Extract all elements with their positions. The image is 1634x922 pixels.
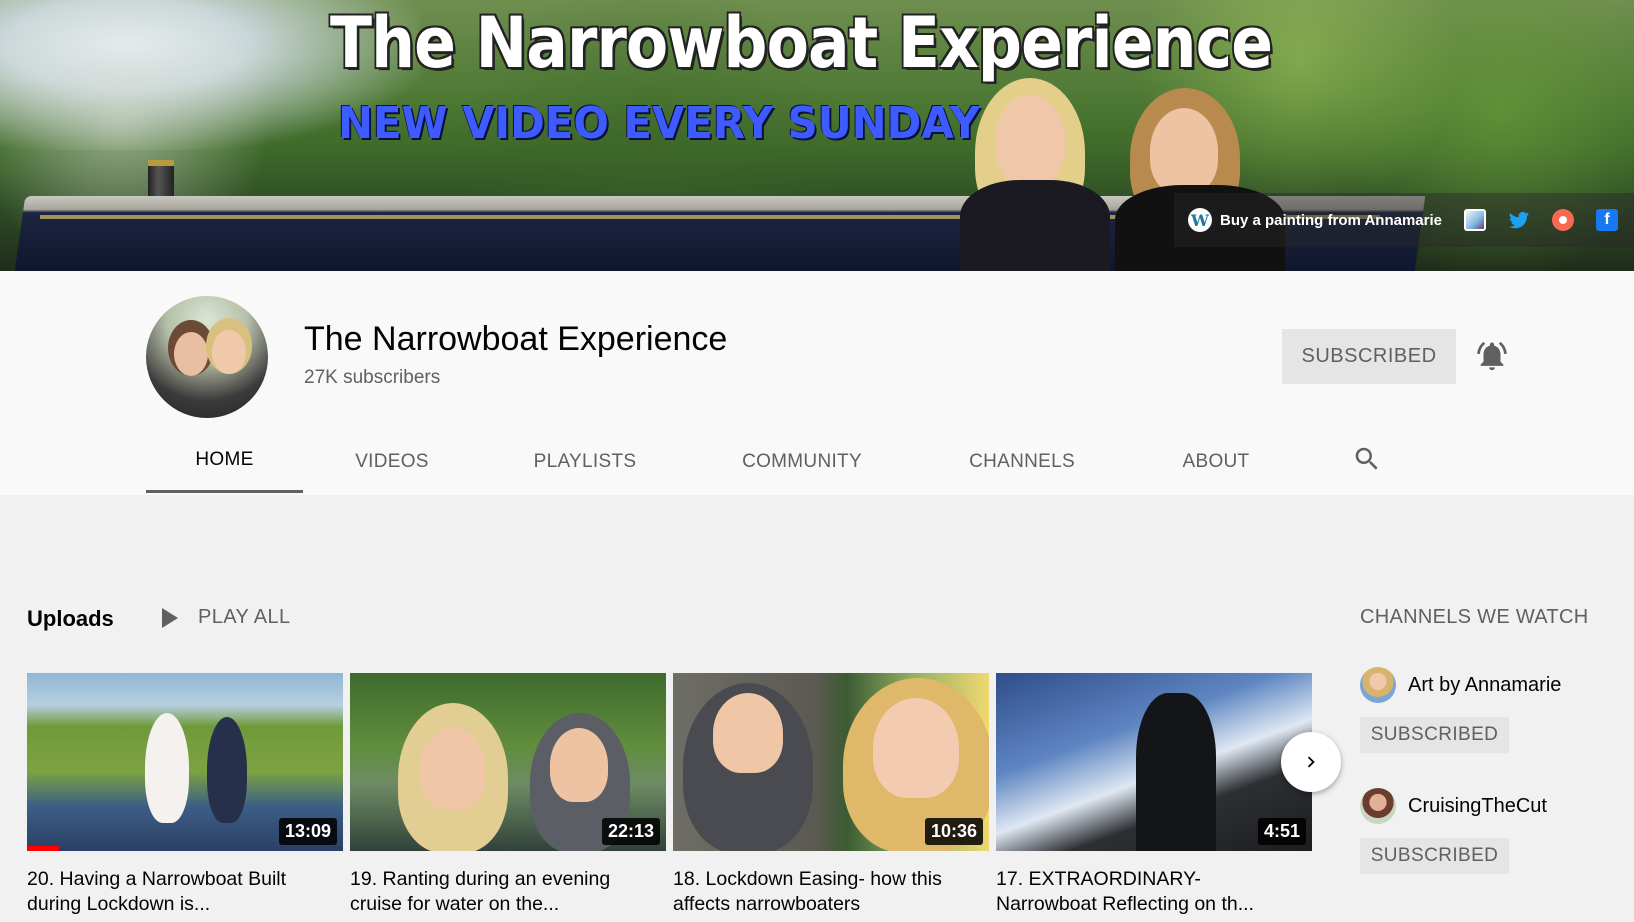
channel-tabs: HOME VIDEOS PLAYLISTS COMMUNITY CHANNELS… (0, 430, 1634, 495)
tab-about[interactable]: ABOUT (1166, 430, 1266, 493)
channel-banner: The Narrowboat Experience NEW VIDEO EVER… (0, 0, 1634, 271)
channel-name: The Narrowboat Experience (304, 320, 728, 358)
play-icon (162, 607, 178, 628)
video-thumbnail[interactable]: 22:13 (350, 673, 666, 851)
facebook-icon[interactable]: f (1595, 209, 1618, 231)
banner-links: W Buy a painting from Annamarie f (1174, 193, 1634, 247)
video-card[interactable]: 4:51 17. EXTRAORDINARY- Narrowboat Refle… (996, 673, 1312, 917)
subscribed-button[interactable]: SUBSCRIBED (1360, 838, 1509, 874)
subscriber-count: 27K subscribers (304, 367, 441, 388)
channel-avatar[interactable] (146, 296, 268, 418)
video-duration: 4:51 (1257, 818, 1306, 845)
chevron-right-icon (1307, 756, 1315, 768)
tab-community[interactable]: COMMUNITY (730, 430, 874, 493)
featured-channel: Art by Annamarie SUBSCRIBED (1360, 667, 1620, 753)
banner-title: The Narrowboat Experience (330, 2, 1273, 84)
video-duration: 22:13 (601, 818, 660, 845)
video-card[interactable]: 22:13 19. Ranting during an evening crui… (350, 673, 666, 917)
featured-channel-name[interactable]: CruisingTheCut (1408, 795, 1547, 818)
twitter-icon[interactable] (1508, 209, 1530, 231)
video-title[interactable]: 20. Having a Narrowboat Built during Loc… (27, 867, 337, 917)
banner-subtitle: NEW VIDEO EVERY SUNDAY (338, 98, 980, 149)
youtube-channel-page: The Narrowboat Experience NEW VIDEO EVER… (0, 0, 1634, 922)
next-arrow-button[interactable] (1281, 732, 1341, 792)
notification-bell-icon[interactable] (1475, 338, 1509, 374)
video-title[interactable]: 19. Ranting during an evening cruise for… (350, 867, 660, 917)
video-card[interactable]: 10:36 18. Lockdown Easing- how this affe… (673, 673, 989, 917)
video-title[interactable]: 18. Lockdown Easing- how this affects na… (673, 867, 983, 917)
tab-home[interactable]: HOME (146, 430, 303, 493)
video-card[interactable]: 13:09 20. Having a Narrowboat Built duri… (27, 673, 343, 917)
tab-videos[interactable]: VIDEOS (337, 430, 447, 493)
play-all-label: PLAY ALL (198, 606, 291, 628)
patreon-icon[interactable] (1551, 209, 1574, 231)
featured-channel: CruisingTheCut SUBSCRIBED (1360, 788, 1620, 874)
tab-channels[interactable]: CHANNELS (955, 430, 1089, 493)
watch-progress (27, 846, 59, 851)
video-thumbnail[interactable]: 10:36 (673, 673, 989, 851)
channel-avatar[interactable] (1360, 667, 1396, 703)
buy-painting-link[interactable]: Buy a painting from Annamarie (1220, 212, 1442, 229)
search-icon[interactable] (1352, 444, 1382, 474)
featured-channel-name[interactable]: Art by Annamarie (1408, 674, 1561, 697)
subscribed-button[interactable]: SUBSCRIBED (1360, 717, 1509, 753)
uploads-title[interactable]: Uploads (27, 606, 114, 632)
wordpress-icon[interactable]: W (1188, 208, 1212, 232)
video-duration: 13:09 (278, 818, 337, 845)
art-icon[interactable] (1463, 209, 1486, 231)
play-all-button[interactable]: PLAY ALL (162, 606, 291, 629)
tab-playlists[interactable]: PLAYLISTS (518, 430, 652, 493)
video-thumbnail[interactable]: 13:09 (27, 673, 343, 851)
video-thumbnail[interactable]: 4:51 (996, 673, 1312, 851)
subscribed-button[interactable]: SUBSCRIBED (1282, 329, 1456, 384)
video-title[interactable]: 17. EXTRAORDINARY- Narrowboat Reflecting… (996, 867, 1306, 917)
channel-avatar[interactable] (1360, 788, 1396, 824)
channels-we-watch-title: CHANNELS WE WATCH (1360, 606, 1589, 628)
video-duration: 10:36 (924, 818, 983, 845)
